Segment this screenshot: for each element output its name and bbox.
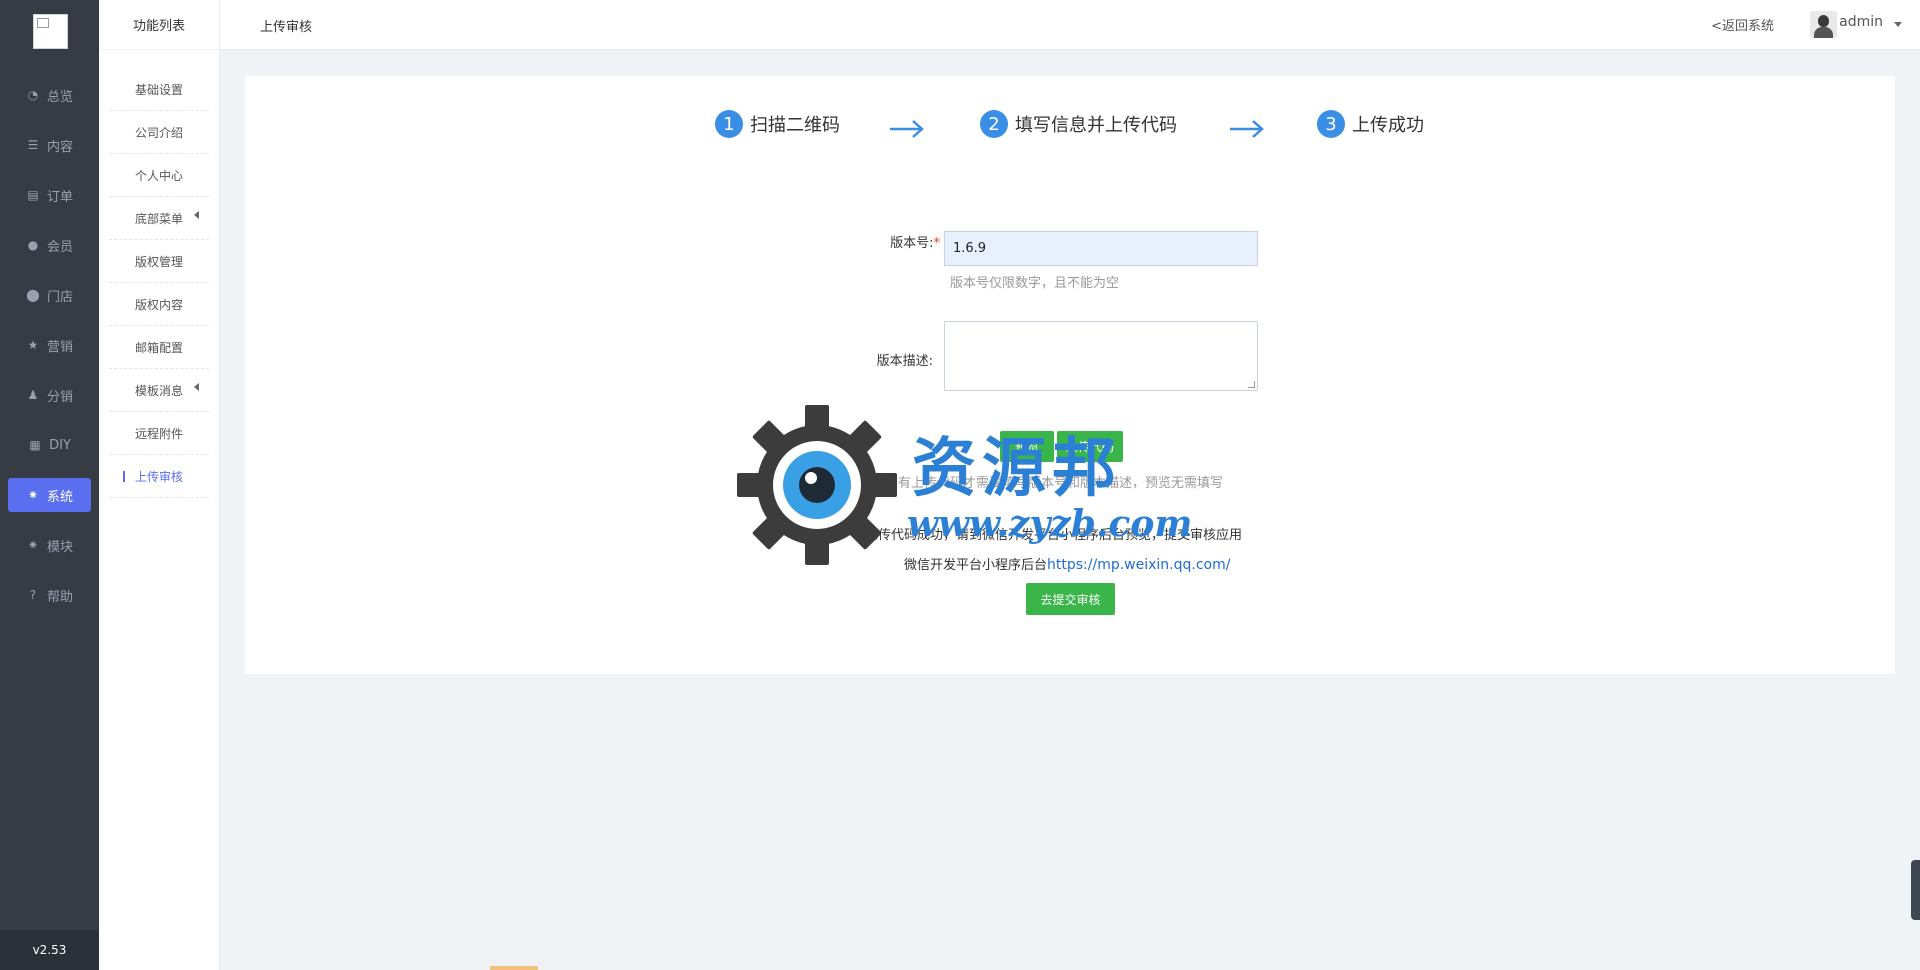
watermark: 资源邦 www.zyzb.com	[737, 405, 1192, 565]
version-number-hint: 版本号仅限数字，且不能为空	[950, 276, 1120, 291]
version-description-textarea[interactable]	[944, 321, 1258, 391]
steps-bar: 1 扫描二维码 2 填写信息并上传代码 3 上传成功	[245, 110, 1895, 150]
version-number-label: 版本号:*	[890, 236, 941, 251]
step-number: 1	[715, 110, 743, 138]
taskbar-mark	[490, 966, 538, 970]
question-icon: ?	[29, 588, 37, 602]
sub-item-company-intro[interactable]: 公司介绍	[109, 111, 209, 154]
version-description-label: 版本描述:	[876, 354, 933, 369]
back-to-system-link[interactable]: <返回系统	[1711, 15, 1774, 34]
function-list: 基础设置 公司介绍 个人中心 底部菜单 版权管理 版权内容 邮箱配置 模板消息 …	[99, 50, 219, 498]
nav-item-diy[interactable]: ▦ DIY	[0, 420, 99, 470]
step-label: 扫描二维码	[750, 115, 840, 136]
nav-item-help[interactable]: ? 帮助	[0, 570, 99, 620]
list-icon: ☰	[27, 138, 39, 152]
cog-icon: ✷	[27, 538, 39, 552]
sub-item-personal-center[interactable]: 个人中心	[109, 154, 209, 197]
sub-item-upload-review[interactable]: 上传审核	[109, 455, 209, 498]
caret-left-icon	[194, 383, 199, 391]
nav-item-label: 会员	[46, 239, 73, 255]
nav-item-members[interactable]: ● 会员	[0, 220, 99, 270]
sub-item-label: 基础设置	[134, 82, 183, 97]
order-icon: ▤	[27, 188, 39, 202]
avatar[interactable]	[1810, 11, 1837, 38]
nav-item-system[interactable]: ✷ 系统	[8, 478, 91, 512]
watermark-text: 资源邦	[912, 431, 1122, 506]
users-icon: ♟	[27, 388, 39, 402]
nav-item-overview[interactable]: ◔ 总览	[0, 70, 99, 120]
sub-item-label: 版权内容	[134, 297, 183, 312]
sub-item-basic-settings[interactable]: 基础设置	[109, 68, 209, 111]
nav-item-marketing[interactable]: ★ 营销	[0, 320, 99, 370]
main-sidebar: ◔ 总览 ☰ 内容 ▤ 订单 ● 会员 ⬤ 门店 ★ 营销 ♟ 分销 ▦ DIY	[0, 0, 99, 970]
nav-item-distribution[interactable]: ♟ 分销	[0, 370, 99, 420]
step-label: 上传成功	[1352, 115, 1424, 136]
sub-item-template-message[interactable]: 模板消息	[109, 369, 209, 412]
nav-item-label: 内容	[46, 139, 73, 155]
sub-item-bottom-menu[interactable]: 底部菜单	[109, 197, 209, 240]
required-mark: *	[933, 236, 941, 251]
sub-item-email-config[interactable]: 邮箱配置	[109, 326, 209, 369]
caret-left-icon	[194, 211, 199, 219]
nav-item-label: 门店	[46, 289, 73, 305]
sub-item-label: 邮箱配置	[134, 340, 183, 355]
nav-item-label: 营销	[46, 339, 73, 355]
top-header: 上传审核 <返回系统 admin	[220, 0, 1920, 50]
logo-image[interactable]	[33, 14, 68, 49]
sub-item-label: 版权管理	[134, 254, 183, 269]
page-title: 上传审核	[260, 20, 313, 35]
sub-item-remote-attachment[interactable]: 远程附件	[109, 412, 209, 455]
nav-item-label: 订单	[46, 189, 73, 205]
sub-item-label: 公司介绍	[134, 125, 183, 140]
sub-item-label: 远程附件	[134, 426, 183, 441]
nav-item-label: 分销	[46, 389, 73, 405]
step-fill-and-upload: 2 填写信息并上传代码	[980, 110, 1177, 138]
sub-item-label: 模板消息	[134, 383, 183, 398]
sub-item-label: 上传审核	[134, 469, 183, 484]
arrow-right-icon	[1230, 120, 1264, 138]
user-icon: ●	[27, 238, 39, 252]
nav-item-modules[interactable]: ✷ 模块	[0, 520, 99, 570]
version-number-input[interactable]: 1.6.9	[944, 231, 1258, 266]
username[interactable]: admin	[1839, 14, 1883, 30]
sub-item-label: 底部菜单	[134, 211, 183, 226]
step-number: 3	[1317, 110, 1345, 138]
gear-icon: ✷	[27, 488, 39, 502]
layout-icon: ▦	[29, 438, 41, 452]
step-number: 2	[980, 110, 1008, 138]
nav-item-orders[interactable]: ▤ 订单	[0, 170, 99, 220]
map-marker-icon: ⬤	[26, 288, 40, 302]
sub-item-label: 个人中心	[134, 168, 183, 183]
arrow-right-icon	[890, 120, 924, 138]
nav-item-label: 总览	[46, 89, 73, 105]
upload-review-card: 1 扫描二维码 2 填写信息并上传代码 3 上传成功 版本号:* 1.6.9 版…	[245, 76, 1895, 674]
gear-eye-logo-icon	[737, 405, 897, 565]
watermark-url: www.zyzb.com	[907, 503, 1193, 545]
sub-item-copyright-content[interactable]: 版权内容	[109, 283, 209, 326]
step-label: 填写信息并上传代码	[1015, 115, 1177, 136]
submit-review-button[interactable]: 去提交审核	[1026, 583, 1115, 615]
nav-item-label: 帮助	[46, 589, 73, 605]
nav-item-label: 模块	[46, 539, 73, 555]
main-nav: ◔ 总览 ☰ 内容 ▤ 订单 ● 会员 ⬤ 门店 ★ 营销 ♟ 分销 ▦ DIY	[0, 70, 99, 620]
nav-item-label: DIY	[49, 437, 71, 453]
star-icon: ★	[27, 338, 39, 352]
function-list-panel: 功能列表 基础设置 公司介绍 个人中心 底部菜单 版权管理 版权内容 邮箱配置 …	[99, 0, 220, 970]
nav-item-content[interactable]: ☰ 内容	[0, 120, 99, 170]
step-scan-qrcode: 1 扫描二维码	[715, 110, 840, 138]
nav-item-label: 系统	[46, 489, 73, 505]
chevron-down-icon[interactable]	[1894, 22, 1902, 27]
side-tool-widget[interactable]	[1911, 860, 1920, 920]
sub-item-copyright-management[interactable]: 版权管理	[109, 240, 209, 283]
version-label: v2.53	[0, 930, 99, 970]
step-upload-success: 3 上传成功	[1317, 110, 1424, 138]
pie-chart-icon: ◔	[27, 88, 39, 102]
function-list-title: 功能列表	[99, 0, 219, 50]
nav-item-stores[interactable]: ⬤ 门店	[0, 270, 99, 320]
